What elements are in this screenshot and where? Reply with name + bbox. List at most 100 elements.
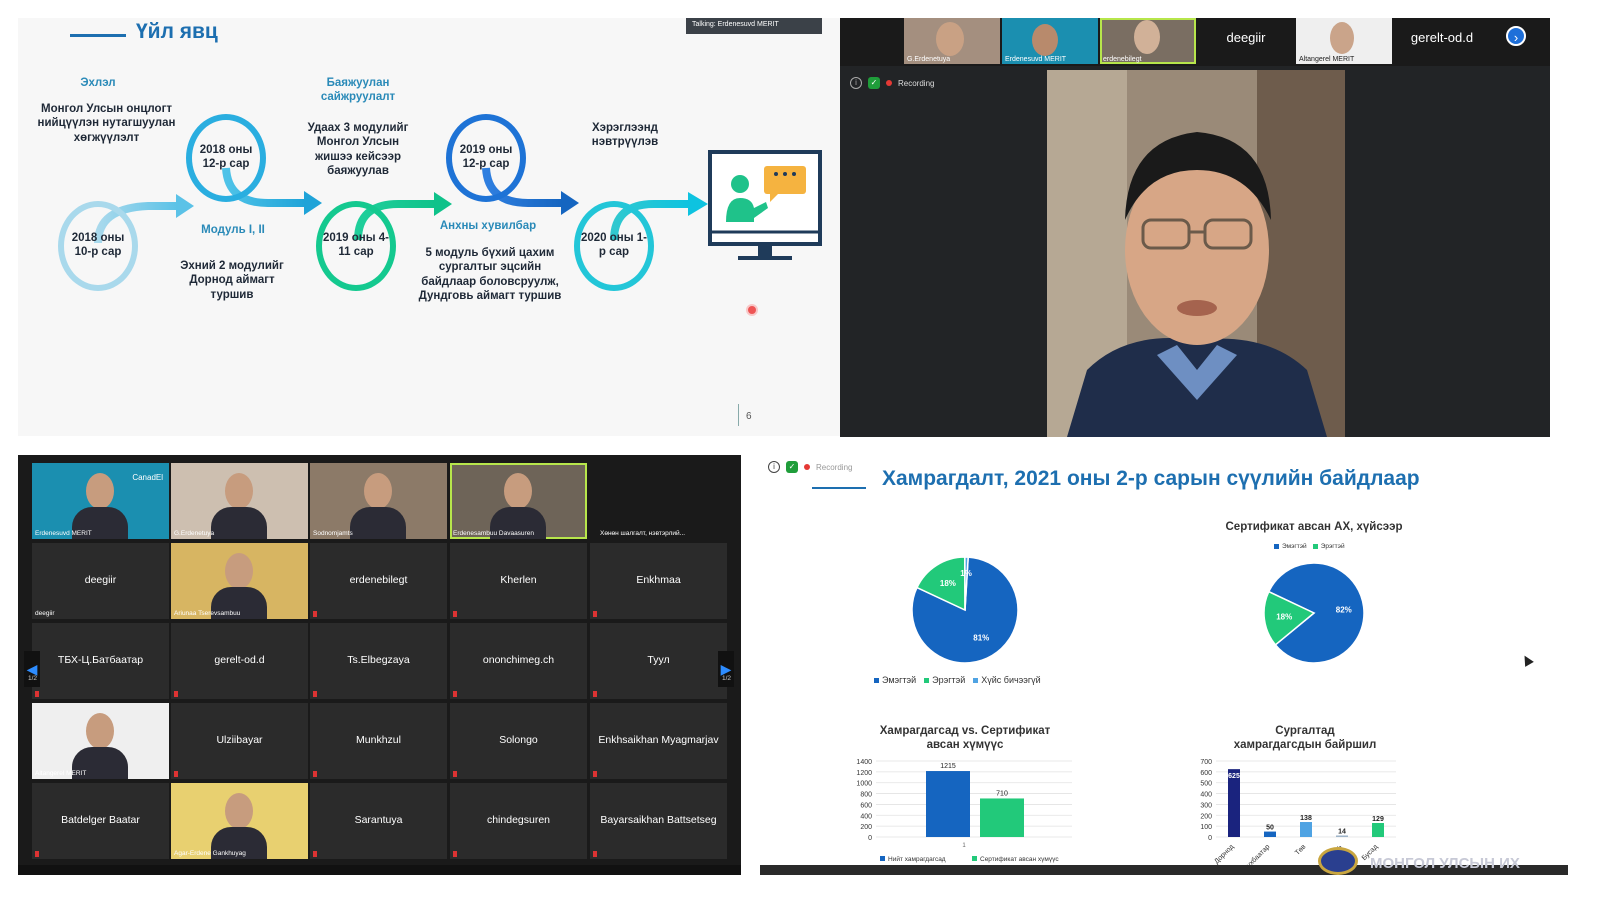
muted-mic-icon [453,691,457,697]
info-icon[interactable]: i [768,461,780,473]
page-indicator-right: 1/2 [722,675,732,682]
y-tick-label: 500 [1200,781,1212,788]
participant-tile[interactable]: Туул [590,623,727,699]
participant-tile[interactable]: erdenebilegt [310,543,447,619]
participant-face [86,473,114,509]
pie1-legend: Эмэгтэй Эрэгтэй Хүйс бичээгүй [874,675,1041,685]
stage-2-date: 2018 оны 12-р сар [186,114,266,202]
y-tick-label: 100 [1200,824,1212,831]
stage-3-date: 2019 оны 4-11 сар [316,201,396,291]
participant-name: gerelt-od.d [214,654,265,666]
participant-name: Ulziibayar [216,734,263,746]
thumbnail-tile[interactable]: G.Erdenetuya [904,18,1000,64]
pointer-dot [746,304,758,316]
legend-item: Эрэгтэй [924,675,965,685]
participant-face [1032,24,1058,56]
participant-name: Erdenesambuu Davaasuren [453,530,534,537]
bar [1300,822,1312,837]
participant-tile[interactable]: Ulziibayar [171,703,308,779]
stage-4-desc: 5 модуль бүхий цахим сургалтыг эцсийн ба… [418,247,562,303]
participant-tile[interactable]: Enkhsaikhan Myagmarjav [590,703,727,779]
presentation-screen-icon [708,150,822,260]
participant-tile[interactable]: ТБХ-Ц.Батбаатар [32,623,169,699]
stage-3-heading: Баяжуулан сайжруулалт [320,77,396,104]
participant-tile[interactable]: ononchimeg.ch [450,623,587,699]
pie2-title: Сертификат авсан АХ, хүйсээр [1225,521,1403,533]
participant-tile[interactable]: chindegsuren [450,783,587,859]
participant-tile[interactable]: Ariunaa Tserevsambuu [171,543,308,619]
stage-2-desc: Эхний 2 модулийг Дорнод аймагт туршив [180,260,284,301]
participant-tile[interactable]: Agar-Erdene Gankhuyag [171,783,308,859]
y-tick-label: 600 [860,802,872,809]
mouse-cursor-icon [1520,653,1534,667]
legend-label: Нийт хамрагдагсад [888,855,946,863]
participant-tile[interactable]: Erdenesuvd MERIT CanadEl [32,463,169,539]
thumbnail-tile[interactable]: deegiir [1198,18,1294,64]
muted-mic-icon [593,851,597,857]
participant-name: Solongo [499,734,538,746]
participant-tile[interactable]: Altangerel MERIT [32,703,169,779]
participant-tile[interactable]: Sodnomjamts [310,463,447,539]
participant-tile[interactable]: Batdelger Baatar [32,783,169,859]
thumbnail-tile[interactable]: Erdenesuvd MERIT [1002,18,1098,64]
thumbnail-tile[interactable]: gerelt-od.d [1394,18,1490,64]
participant-name: Batdelger Baatar [61,814,140,826]
participant-name: Enkhmaa [636,574,681,586]
participant-tile[interactable]: Enkhmaa [590,543,727,619]
recording-label: Recording [898,78,935,88]
shield-icon[interactable]: ✓ [868,77,880,89]
stage-1-heading: Эхлэл [80,77,116,89]
muted-mic-icon [313,611,317,617]
shield-icon[interactable]: ✓ [786,461,798,473]
participant-tile[interactable]: Bayarsaikhan Battsetseg [590,783,727,859]
stage-1-desc: Монгол Улсын онцлогт нийцүүлэн нутагшуул… [37,103,176,144]
participant-body [211,507,267,539]
info-icon[interactable]: i [850,77,862,89]
participant-tile[interactable]: Sarantuya [310,783,447,859]
stage-5-date: 2020 оны 1-р сар [574,201,654,291]
participant-tile[interactable]: Kherlen [450,543,587,619]
legend-item: Эрэгтэй [1312,543,1345,550]
participant-tile[interactable]: deegiir deegiir [32,543,169,619]
meeting-toolbar[interactable] [18,865,741,875]
stage-4-heading: Анхны хувилбар [439,220,537,232]
participant-name: Munkhzul [356,734,401,746]
thumbnail-tile[interactable]: erdenebilegt [1100,18,1196,64]
data-label: 129 [1372,816,1384,823]
chevron-right-icon[interactable]: › [1506,26,1526,46]
legend-item: Эмэгтэй [874,675,916,685]
participant-tile[interactable]: Munkhzul [310,703,447,779]
participant-tile[interactable]: Ts.Elbegzaya [310,623,447,699]
y-tick-label: 200 [860,824,872,831]
brand-watermark: CanadEl [132,473,163,482]
stage-2-heading: Модуль I, II [201,224,265,236]
bar2-title: Сургалтад хамрагдагсдын байршил [1233,725,1377,751]
participant-name: deegiir [84,574,117,586]
participants-vs-certified-bar-chart: 0 200 400 600 800 1000 1200 1400 1215 710 1 Нийт ха… [856,759,1072,863]
title-underline [812,487,866,489]
footer-logo-text: МОНГОЛ УЛСЫН ИХ ХУРАЛ [1370,855,1520,875]
participant-tile[interactable]: Хөнөн шалгалт, нэвтэрлий... [590,463,727,539]
page-divider [738,404,739,426]
participant-face [225,473,253,509]
participant-face [504,473,532,509]
participant-tile[interactable]: Solongo [450,703,587,779]
participant-tile[interactable]: gerelt-od.d [171,623,308,699]
data-label: 625 [1228,773,1240,780]
participant-name: Agar-Erdene Gankhuyag [174,850,246,857]
y-tick-label: 600 [1200,770,1212,777]
muted-mic-icon [313,771,317,777]
participant-name: G.Erdenetuya [174,530,215,537]
thumbnail-name: Erdenesuvd MERIT [1005,56,1067,63]
data-label: 138 [1300,815,1312,822]
participant-name: Kherlen [500,574,537,586]
muted-mic-icon [593,691,597,697]
muted-mic-icon [593,771,597,777]
muted-mic-icon [313,851,317,857]
page-indicator-left: 1/2 [28,675,38,682]
participant-tile[interactable]: Erdenesambuu Davaasuren [450,463,587,539]
page-number: 6 [746,411,752,422]
participant-tile[interactable]: G.Erdenetuya [171,463,308,539]
thumbnail-tile[interactable]: Altangerel MERIT [1296,18,1392,64]
muted-mic-icon [453,771,457,777]
